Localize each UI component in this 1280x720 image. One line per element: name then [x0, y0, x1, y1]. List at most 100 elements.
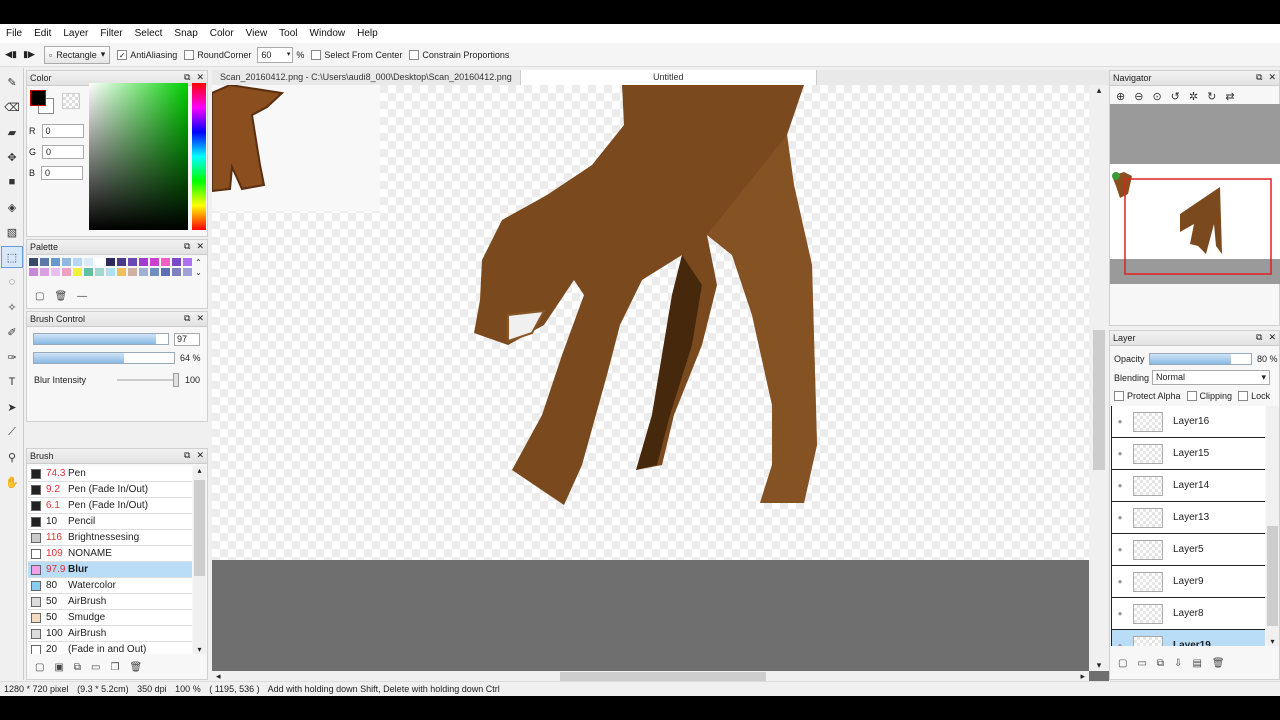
brush-item[interactable]: 74.3 Pen — [28, 466, 192, 482]
layer-row[interactable]: ● Layer16 — [1112, 406, 1265, 438]
visibility-icon[interactable]: ● — [1112, 449, 1128, 458]
visibility-icon[interactable]: ● — [1112, 513, 1128, 522]
palette-swatch[interactable] — [95, 268, 104, 276]
palette-swatch[interactable] — [106, 258, 115, 266]
delete-swatch-icon[interactable]: 🗑 — [54, 291, 67, 302]
layer-list-scrollbar[interactable]: ▾ — [1266, 406, 1279, 646]
palette-scroll-down-icon[interactable]: ⌄ — [195, 268, 202, 277]
palette-swatch[interactable] — [73, 268, 82, 276]
new-layer-icon[interactable]: ▢ — [1118, 658, 1127, 669]
saturation-value-field[interactable] — [89, 83, 188, 230]
layer-row[interactable]: ● Layer8 — [1112, 598, 1265, 630]
divide-tool-icon[interactable]: ⟋ — [1, 421, 23, 443]
layer-row[interactable]: ● Layer19 — [1112, 630, 1265, 646]
visibility-icon[interactable]: ● — [1112, 417, 1128, 426]
next-arrow-icon[interactable]: ▮▶ — [22, 49, 36, 60]
green-input[interactable]: 0 — [42, 145, 85, 159]
menu-select[interactable]: Select — [129, 24, 169, 43]
palette-swatch[interactable] — [29, 268, 38, 276]
visibility-icon[interactable]: ● — [1112, 609, 1128, 618]
restore-icon[interactable]: ⧉ — [184, 241, 190, 252]
palette-swatch[interactable] — [150, 258, 159, 266]
shape-select[interactable]: ▫ Rectangle ▾ — [44, 45, 111, 64]
palette-swatch[interactable] — [51, 268, 60, 276]
zoom-fit-icon[interactable]: ⊙ — [1152, 90, 1161, 103]
menu-snap[interactable]: Snap — [168, 24, 203, 43]
chevron-down-icon[interactable]: ▾ — [1089, 660, 1109, 671]
brush-item[interactable]: 50 AirBrush — [28, 594, 192, 610]
palette-swatch[interactable] — [73, 258, 82, 266]
palette-swatch[interactable] — [172, 258, 181, 266]
close-icon[interactable]: ✕ — [196, 450, 204, 461]
roundcorner-input[interactable]: 60 ▾ — [257, 46, 294, 63]
menu-window[interactable]: Window — [304, 24, 352, 43]
drawing-canvas[interactable] — [212, 85, 1089, 560]
new-swatch-icon[interactable]: ▢ — [35, 291, 44, 302]
restore-icon[interactable]: ⧉ — [184, 450, 190, 461]
scroll-thumb[interactable] — [1267, 526, 1278, 626]
antialiasing-checkbox[interactable]: ✓ AntiAliasing — [117, 49, 177, 60]
lasso-tool-icon[interactable]: ◌ — [1, 271, 23, 293]
scroll-thumb[interactable] — [194, 480, 205, 576]
move-tool-icon[interactable]: ✥ — [1, 146, 23, 168]
menu-view[interactable]: View — [240, 24, 274, 43]
clear-layer-icon[interactable]: ▤ — [1192, 658, 1201, 669]
brush-item[interactable]: 109 NONAME — [28, 546, 192, 562]
select-from-center-checkbox[interactable]: Select From Center — [311, 49, 402, 60]
select-pen-tool-icon[interactable]: ✐ — [1, 321, 23, 343]
blending-select[interactable]: Normal ▾ — [1152, 370, 1270, 385]
eyedropper-tool-icon[interactable]: ⚲ — [1, 446, 23, 468]
visibility-icon[interactable]: ● — [1112, 641, 1128, 646]
brush-size-input[interactable]: 97 — [174, 333, 200, 346]
rotate-right-icon[interactable]: ↻ — [1207, 90, 1216, 103]
constrain-proportions-checkbox[interactable]: Constrain Proportions — [409, 49, 509, 60]
brush-item[interactable]: 20 (Fade in and Out) — [28, 642, 192, 654]
palette-swatch[interactable] — [62, 268, 71, 276]
menu-tool[interactable]: Tool — [273, 24, 303, 43]
merge-layer-icon[interactable]: ⇩ — [1174, 658, 1182, 669]
edit-brush-icon[interactable]: ▣ — [54, 662, 63, 673]
copy-brush-icon[interactable]: ⧉ — [74, 662, 81, 673]
close-icon[interactable]: ✕ — [1268, 72, 1276, 83]
tab-untitled[interactable]: Untitled — [520, 70, 817, 85]
navigator-preview[interactable] — [1110, 104, 1280, 284]
blur-intensity-track[interactable] — [117, 379, 177, 381]
palette-swatch[interactable] — [139, 258, 148, 266]
visibility-icon[interactable]: ● — [1112, 481, 1128, 490]
rotate-left-icon[interactable]: ↺ — [1171, 90, 1180, 103]
restore-icon[interactable]: ⧉ — [1256, 332, 1262, 343]
restore-icon[interactable]: ⧉ — [184, 72, 190, 83]
palette-menu-icon[interactable]: — — [77, 291, 87, 302]
chevron-up-icon[interactable]: ▴ — [193, 466, 206, 475]
delete-brush-icon[interactable]: 🗑 — [129, 662, 142, 673]
palette-swatch[interactable] — [84, 258, 93, 266]
brush-folder-icon[interactable]: ▭ — [91, 662, 100, 673]
menu-help[interactable]: Help — [351, 24, 384, 43]
zoom-out-icon[interactable]: ⊖ — [1134, 90, 1143, 103]
select-eraser-tool-icon[interactable]: ✑ — [1, 346, 23, 368]
palette-swatch[interactable] — [139, 268, 148, 276]
layer-row[interactable]: ● Layer13 — [1112, 502, 1265, 534]
roundcorner-checkbox[interactable]: RoundCorner — [184, 49, 251, 60]
palette-swatch[interactable] — [40, 268, 49, 276]
palette-swatch[interactable] — [95, 258, 104, 266]
brush-item[interactable]: 10 Pencil — [28, 514, 192, 530]
rect-select-tool-icon[interactable]: ⬚ — [1, 246, 23, 268]
palette-swatch[interactable] — [183, 268, 192, 276]
blue-input[interactable]: 0 — [41, 166, 84, 180]
rotate-reset-icon[interactable]: ✲ — [1189, 90, 1198, 103]
chevron-up-icon[interactable]: ▴ — [1089, 85, 1109, 96]
foreground-color-swatch[interactable] — [30, 90, 46, 106]
operation-tool-icon[interactable]: ➤ — [1, 396, 23, 418]
close-icon[interactable]: ✕ — [196, 241, 204, 252]
opacity-slider[interactable] — [1149, 353, 1252, 365]
layer-row[interactable]: ● Layer9 — [1112, 566, 1265, 598]
delete-layer-icon[interactable]: 🗑 — [1212, 658, 1225, 669]
brush-item[interactable]: 100 AirBrush — [28, 626, 192, 642]
palette-swatch[interactable] — [117, 268, 126, 276]
blur-intensity-thumb[interactable] — [173, 373, 179, 387]
palette-swatch[interactable] — [51, 258, 60, 266]
brush-item[interactable]: 80 Watercolor — [28, 578, 192, 594]
brush-list-scrollbar[interactable]: ▴ ▾ — [193, 466, 206, 654]
palette-swatch[interactable] — [172, 268, 181, 276]
